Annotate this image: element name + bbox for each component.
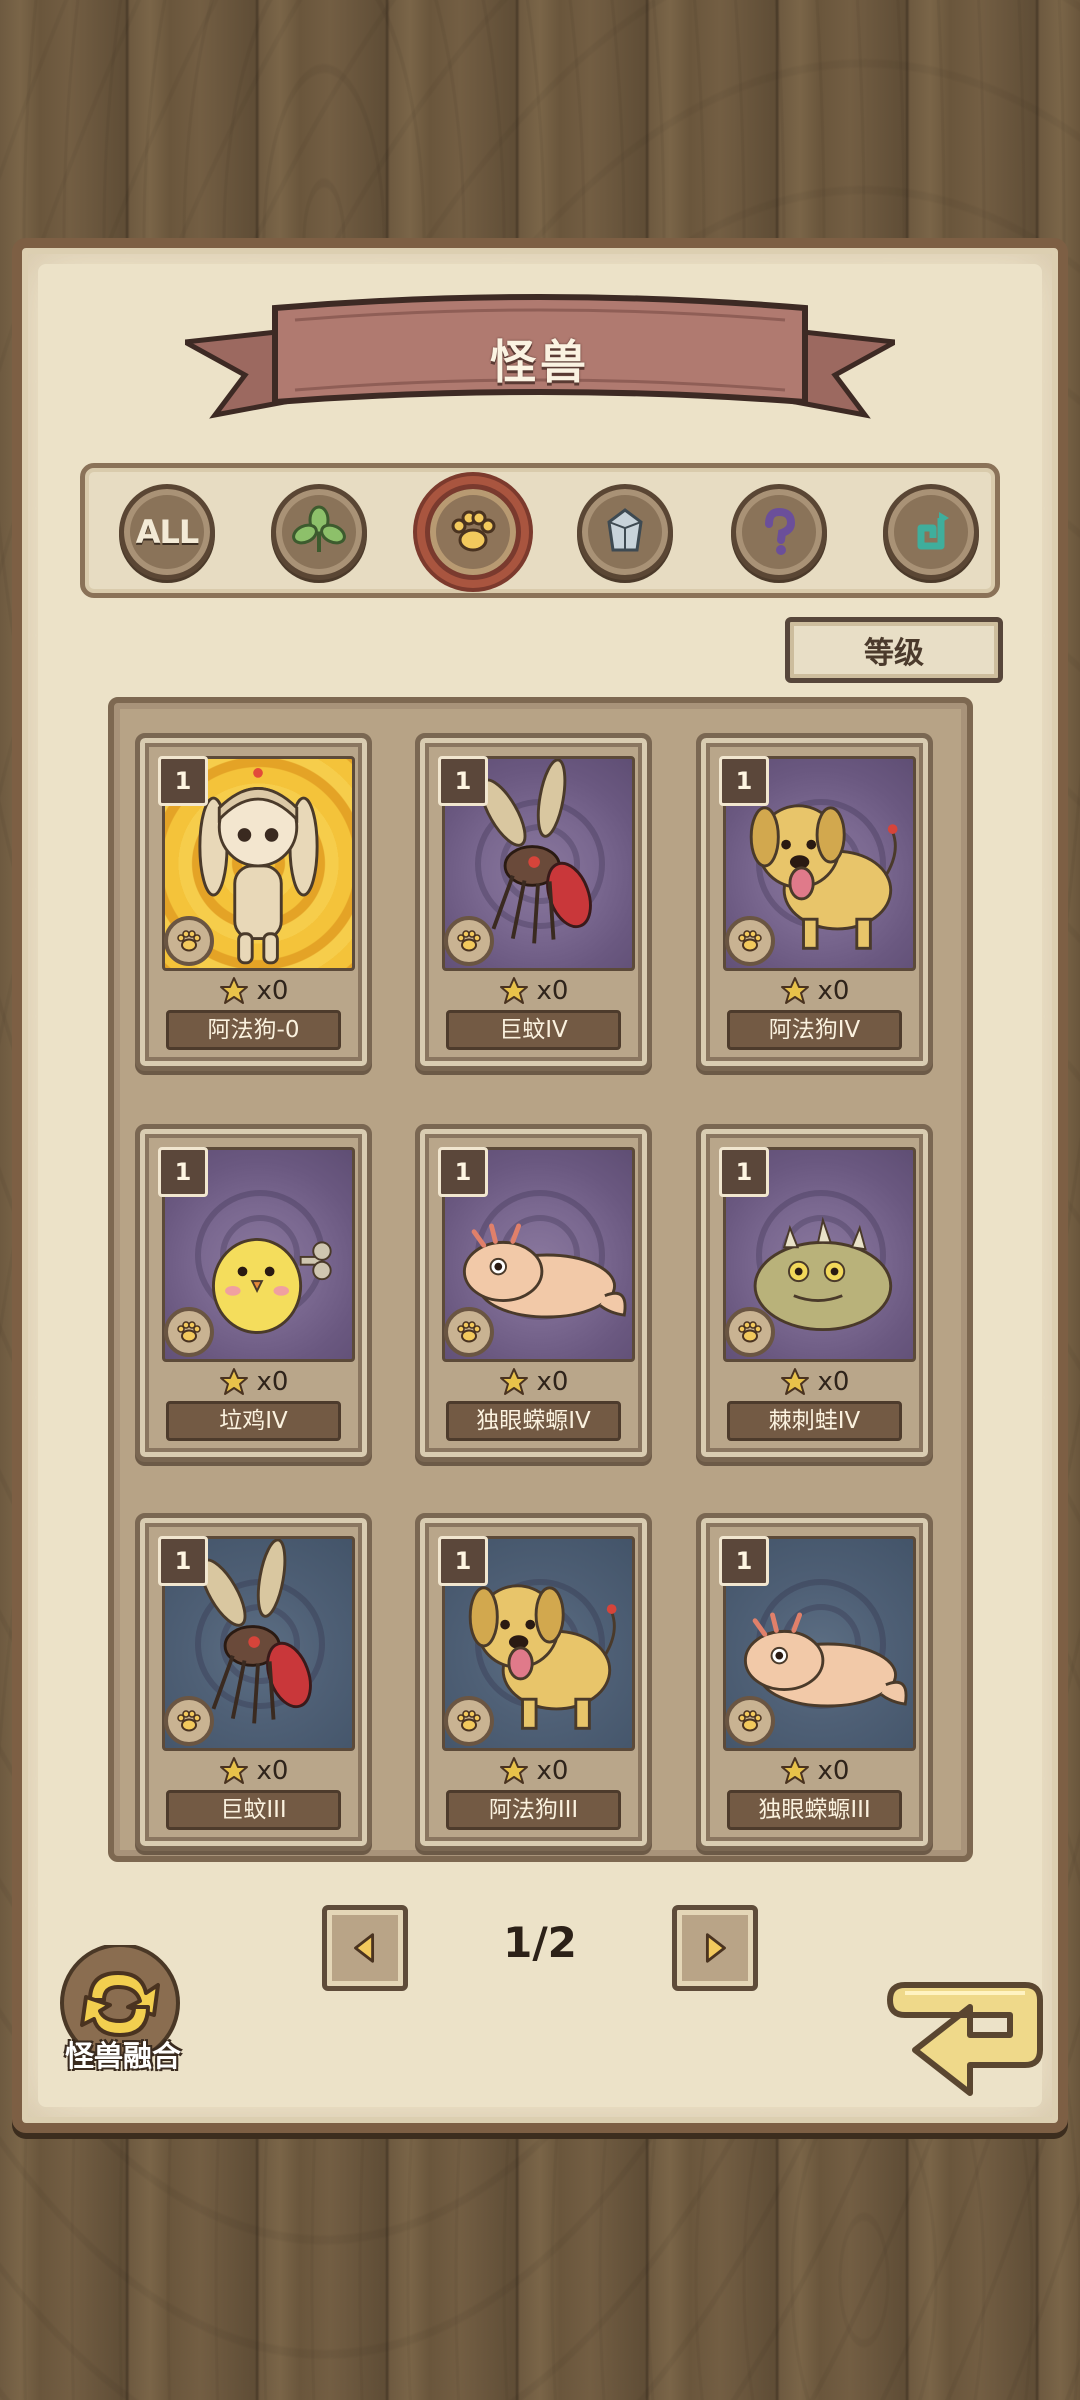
monster-name: 独眼蝾螈III bbox=[727, 1790, 902, 1830]
monster-card[interactable]: 1 x0 独眼蝾螈III bbox=[696, 1513, 933, 1851]
card-count: x0 bbox=[420, 1365, 647, 1399]
question-icon bbox=[765, 507, 796, 555]
star-icon bbox=[499, 1368, 528, 1395]
monster-name: 阿法狗IV bbox=[727, 1010, 902, 1050]
card-count: x0 bbox=[420, 1754, 647, 1788]
paw-icon bbox=[725, 1307, 775, 1357]
sort-label: 等级 bbox=[864, 636, 924, 671]
count-value: x0 bbox=[817, 1367, 850, 1397]
page-title: 怪兽 bbox=[490, 335, 590, 389]
monster-name: 垃鸡IV bbox=[166, 1401, 341, 1441]
level-badge: 1 bbox=[719, 1536, 769, 1586]
card-count: x0 bbox=[701, 1754, 928, 1788]
monster-name: 阿法狗-0 bbox=[166, 1010, 341, 1050]
count-value: x0 bbox=[536, 1756, 569, 1786]
monster-name: 阿法狗III bbox=[446, 1790, 621, 1830]
star-icon bbox=[219, 1368, 248, 1395]
monster-name: 独眼蝾螈IV bbox=[446, 1401, 621, 1441]
crystal-icon bbox=[607, 508, 643, 552]
all-icon: ALL bbox=[135, 513, 200, 551]
arrow-right-icon bbox=[705, 1933, 726, 1963]
card-count: x0 bbox=[701, 974, 928, 1008]
monster-fusion-button[interactable]: 怪兽融合 bbox=[50, 1943, 190, 2075]
back-button[interactable] bbox=[875, 1965, 1055, 2125]
count-value: x0 bbox=[817, 976, 850, 1006]
category-mechanical-button[interactable] bbox=[883, 484, 979, 580]
card-count: x0 bbox=[140, 1754, 367, 1788]
count-value: x0 bbox=[256, 1756, 289, 1786]
monster-card[interactable]: 1 x0 阿法狗-0 bbox=[135, 733, 372, 1071]
paw-icon bbox=[444, 1696, 494, 1746]
star-icon bbox=[780, 1757, 809, 1784]
sort-level-button[interactable]: 等级 bbox=[785, 617, 1003, 683]
paw-icon bbox=[725, 1696, 775, 1746]
fusion-label: 怪兽融合 bbox=[64, 2039, 181, 2073]
category-filter-bar: ALL bbox=[80, 463, 1000, 598]
card-count: x0 bbox=[140, 974, 367, 1008]
monster-name: 巨蚊IV bbox=[446, 1010, 621, 1050]
paw-icon bbox=[164, 1307, 214, 1357]
level-badge: 1 bbox=[719, 1147, 769, 1197]
paw-icon bbox=[444, 916, 494, 966]
count-value: x0 bbox=[817, 1756, 850, 1786]
paw-icon bbox=[451, 510, 496, 552]
paw-icon bbox=[725, 916, 775, 966]
arrow-left-icon bbox=[354, 1933, 375, 1963]
monster-card[interactable]: 1 x0 巨蚊IV bbox=[415, 733, 652, 1071]
level-badge: 1 bbox=[158, 1536, 208, 1586]
count-value: x0 bbox=[536, 1367, 569, 1397]
card-count: x0 bbox=[140, 1365, 367, 1399]
monster-card[interactable]: 1 x0 阿法狗III bbox=[415, 1513, 652, 1851]
paw-icon bbox=[164, 1696, 214, 1746]
monster-name: 棘刺蛙IV bbox=[727, 1401, 902, 1441]
paw-icon bbox=[444, 1307, 494, 1357]
leaf-icon bbox=[292, 505, 346, 552]
prev-page-button[interactable] bbox=[322, 1905, 408, 1991]
gear-icon bbox=[917, 512, 949, 550]
monster-card[interactable]: 1 x0 垃鸡IV bbox=[135, 1124, 372, 1462]
card-count: x0 bbox=[420, 974, 647, 1008]
return-arrow-icon bbox=[887, 1982, 1043, 2096]
star-icon bbox=[219, 977, 248, 1004]
page-indicator: 1/2 bbox=[503, 1918, 577, 1967]
monster-card[interactable]: 1 x0 巨蚊III bbox=[135, 1513, 372, 1851]
count-value: x0 bbox=[536, 976, 569, 1006]
star-icon bbox=[219, 1757, 248, 1784]
star-icon bbox=[499, 977, 528, 1004]
category-plant-button[interactable] bbox=[271, 484, 367, 580]
monster-card[interactable]: 1 x0 独眼蝾螈IV bbox=[415, 1124, 652, 1462]
title-ribbon: 怪兽 bbox=[185, 290, 895, 440]
star-icon bbox=[499, 1757, 528, 1784]
card-count: x0 bbox=[701, 1365, 928, 1399]
category-mineral-button[interactable] bbox=[577, 484, 673, 580]
level-badge: 1 bbox=[438, 1536, 488, 1586]
paw-icon bbox=[164, 916, 214, 966]
level-badge: 1 bbox=[158, 756, 208, 806]
level-badge: 1 bbox=[438, 1147, 488, 1197]
monster-name: 巨蚊III bbox=[166, 1790, 341, 1830]
count-value: x0 bbox=[256, 1367, 289, 1397]
next-page-button[interactable] bbox=[672, 1905, 758, 1991]
level-badge: 1 bbox=[438, 756, 488, 806]
count-value: x0 bbox=[256, 976, 289, 1006]
category-beast-button[interactable] bbox=[425, 484, 521, 580]
star-icon bbox=[780, 977, 809, 1004]
category-all-button[interactable]: ALL bbox=[119, 484, 215, 580]
monster-card[interactable]: 1 x0 棘刺蛙IV bbox=[696, 1124, 933, 1462]
star-icon bbox=[780, 1368, 809, 1395]
level-badge: 1 bbox=[158, 1147, 208, 1197]
category-unknown-button[interactable] bbox=[731, 484, 827, 580]
monster-card[interactable]: 1 x0 阿法狗IV bbox=[696, 733, 933, 1071]
level-badge: 1 bbox=[719, 756, 769, 806]
